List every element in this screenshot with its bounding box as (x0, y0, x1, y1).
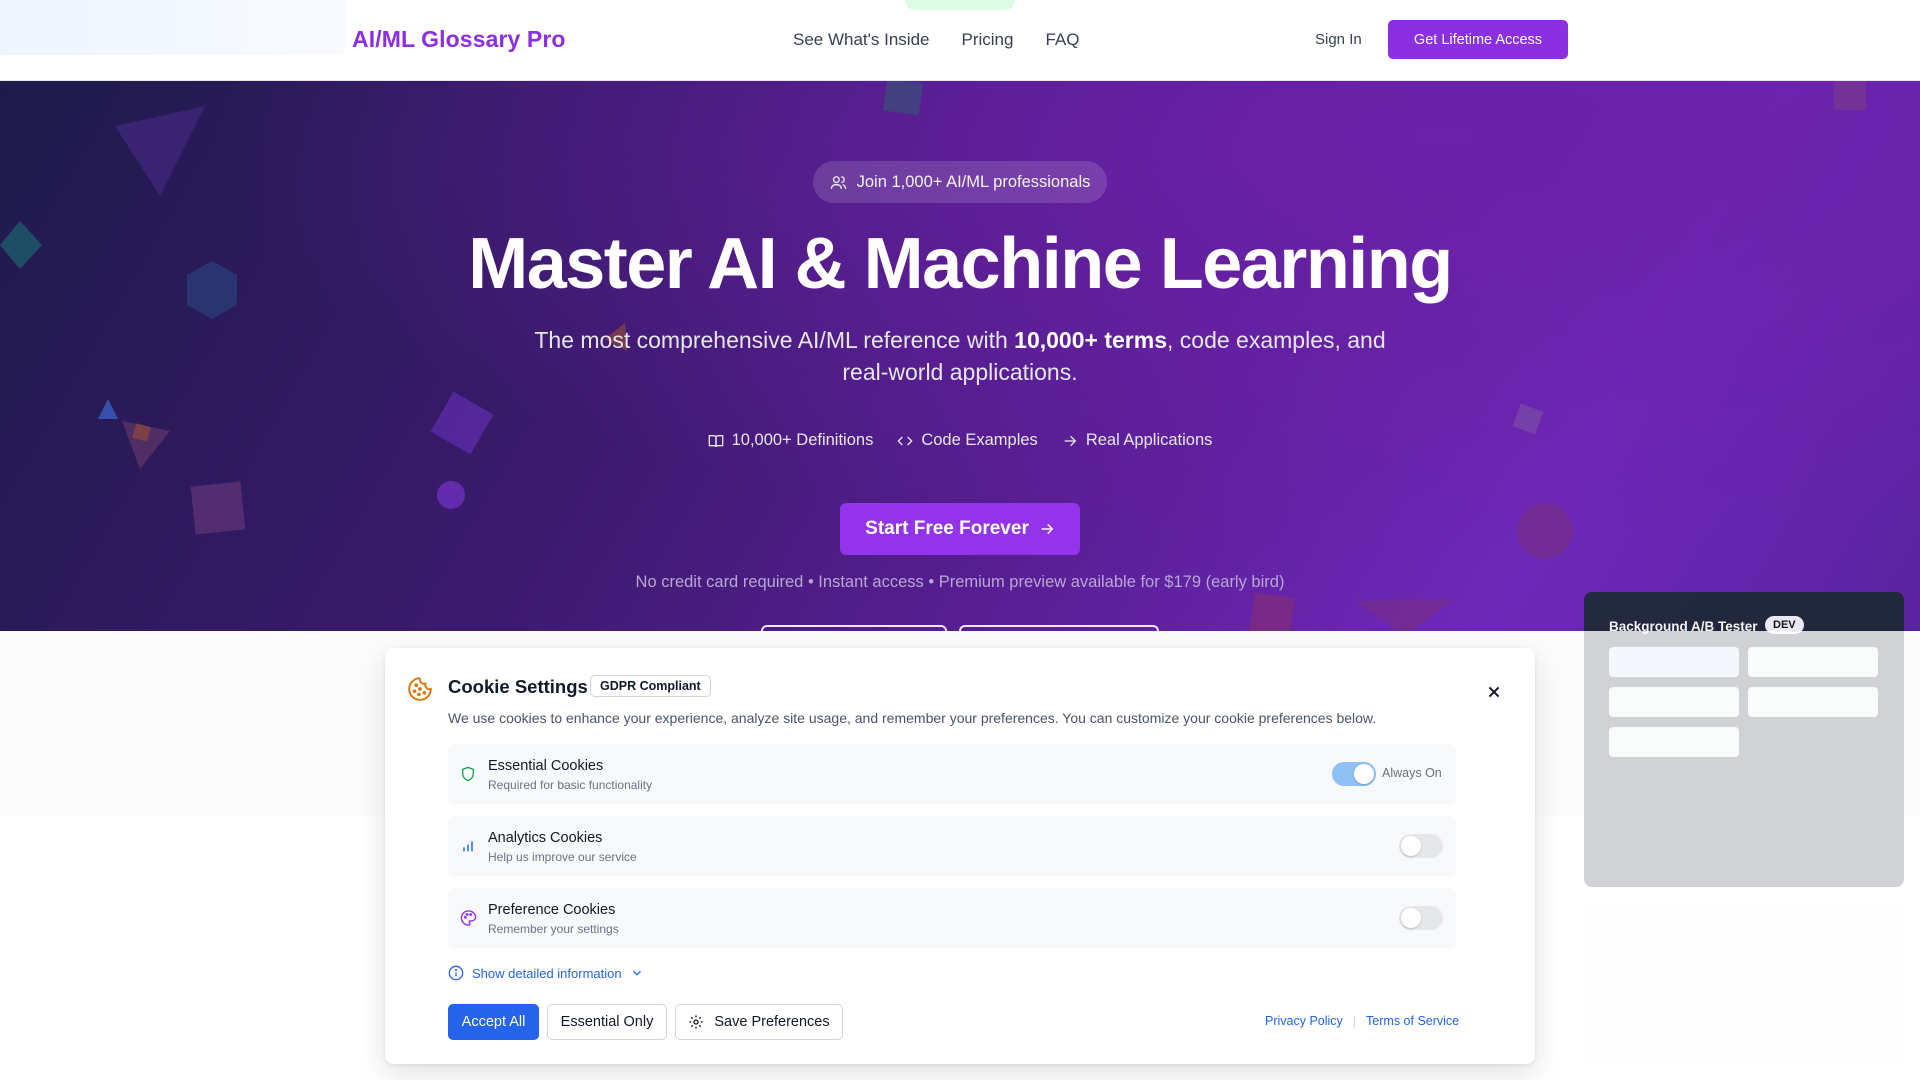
sign-in-link[interactable]: Sign In (1315, 31, 1362, 48)
decorative-square-shape (1834, 81, 1866, 110)
essential-cookies-toggle (1332, 762, 1376, 786)
info-icon (448, 965, 464, 981)
show-details-label: Show detailed information (472, 965, 622, 981)
cookie-dialog-title: Cookie Settings (448, 676, 588, 697)
toggle-knob (1401, 836, 1421, 856)
brand-logo[interactable]: AI/ML Glossary Pro (352, 26, 566, 53)
feature-item: 10,000+ Definitions (708, 431, 874, 450)
social-proof-text: Join 1,000+ AI/ML professionals (856, 172, 1091, 191)
analytics-cookies-toggle[interactable] (1399, 834, 1443, 858)
nav-link-faq[interactable]: FAQ (1045, 30, 1079, 50)
main-nav: See What's Inside Pricing FAQ (793, 30, 1079, 50)
cookie-description: We use cookies to enhance your experienc… (448, 710, 1377, 726)
start-free-label: Start Free Forever (865, 518, 1029, 539)
start-free-button[interactable]: Start Free Forever (840, 503, 1080, 555)
show-details-toggle[interactable]: Show detailed information (448, 965, 644, 981)
shield-icon (462, 766, 474, 782)
cookie-category-desc: Required for basic functionality (488, 778, 653, 792)
social-proof-pill: Join 1,000+ AI/ML professionals (813, 161, 1107, 203)
feature-item: Real Applications (1062, 431, 1213, 450)
save-preferences-label: Save Preferences (714, 1014, 830, 1030)
cookie-category-essential: Essential Cookies Required for basic fun… (448, 744, 1456, 804)
bar-chart-icon (463, 841, 473, 852)
code-icon (897, 436, 913, 445)
cookie-settings-dialog: Cookie Settings GDPR Compliant We use co… (385, 648, 1535, 1064)
get-lifetime-access-button[interactable]: Get Lifetime Access (1388, 20, 1568, 59)
cookie-category-name: Analytics Cookies (488, 830, 603, 846)
cookie-category-desc: Remember your settings (488, 922, 619, 936)
arrow-right-icon (1064, 435, 1077, 446)
faded-overlay-element (0, 0, 345, 55)
close-icon[interactable] (1483, 681, 1505, 703)
save-preferences-button[interactable]: Save Preferences (675, 1004, 843, 1040)
feature-label: Real Applications (1085, 431, 1213, 449)
decorative-circle-shape (1517, 503, 1573, 559)
sub-text: The most comprehensive AI/ML reference w… (534, 327, 1015, 353)
decorative-triangle-shape (115, 106, 205, 196)
palette-icon (460, 910, 477, 926)
cookie-category-analytics: Analytics Cookies Help us improve our se… (448, 816, 1456, 876)
cookie-category-preference: Preference Cookies Remember your setting… (448, 888, 1456, 948)
cookie-category-desc: Help us improve our service (488, 850, 637, 864)
site-header: AI/ML Glossary Pro See What's Inside Pri… (0, 0, 1920, 81)
toggle-knob (1354, 764, 1374, 784)
nav-link-see-whats-inside[interactable]: See What's Inside (793, 30, 929, 50)
feature-list: 10,000+ Definitions Code Examples Real A… (0, 431, 1920, 450)
cookie-category-name: Essential Cookies (488, 758, 604, 774)
decorative-triangle-shape (1355, 599, 1455, 631)
link-separator: | (1352, 1014, 1357, 1028)
cookie-icon (408, 677, 432, 701)
chevron-down-icon (632, 970, 641, 976)
faded-overlay-element (905, 0, 1015, 10)
decorative-triangle-shape (98, 399, 118, 419)
decorative-square-shape (1249, 592, 1295, 631)
decorative-square-shape (882, 81, 924, 116)
preference-cookies-toggle[interactable] (1399, 906, 1443, 930)
privacy-policy-link[interactable]: Privacy Policy (1265, 1014, 1343, 1028)
feature-label: Code Examples (921, 431, 1038, 449)
hero-headline: Master AI & Machine Learning (468, 224, 1453, 304)
arrow-right-icon (1041, 523, 1054, 535)
hero-section: Join 1,000+ AI/ML professionals Master A… (0, 81, 1920, 631)
nav-link-pricing[interactable]: Pricing (961, 30, 1013, 50)
gdpr-badge: GDPR Compliant (590, 675, 711, 697)
feature-item: Code Examples (897, 431, 1038, 450)
essential-only-button[interactable]: Essential Only (547, 1004, 667, 1040)
sub-highlight: 10,000+ terms (1014, 327, 1167, 353)
decorative-square-shape (190, 481, 246, 535)
feature-label: 10,000+ Definitions (731, 431, 874, 449)
toggle-knob (1401, 908, 1421, 928)
cookie-category-name: Preference Cookies (488, 902, 616, 918)
accept-all-button[interactable]: Accept All (448, 1004, 539, 1040)
hero-subheadline: The most comprehensive AI/ML reference w… (510, 324, 1410, 388)
legal-links: Privacy Policy | Terms of Service (1265, 1014, 1459, 1028)
always-on-label: Always On (1382, 766, 1442, 780)
hero-note: No credit card required • Instant access… (635, 573, 1285, 591)
decorative-circle-shape (437, 481, 465, 509)
terms-of-service-link[interactable]: Terms of Service (1366, 1014, 1459, 1028)
gear-icon (689, 1015, 704, 1029)
users-icon (830, 175, 846, 189)
book-icon (708, 434, 723, 447)
